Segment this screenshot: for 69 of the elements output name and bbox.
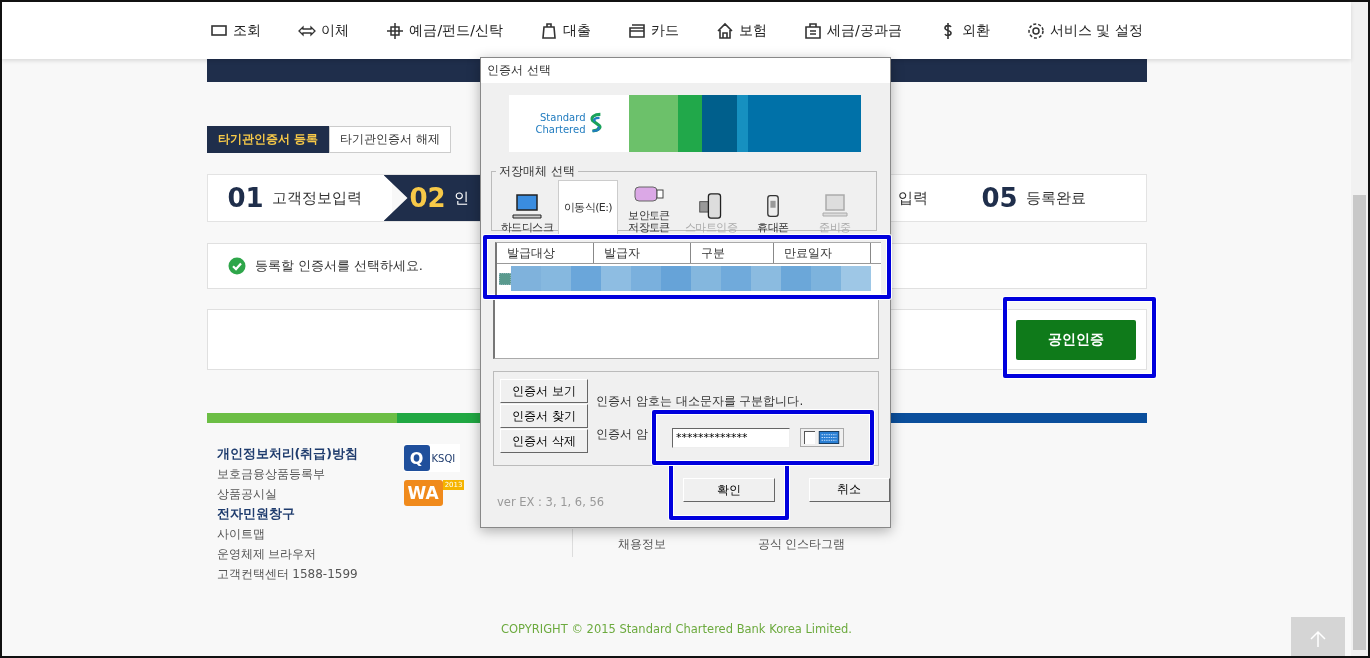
storage-option[interactable]: 보안토큰 저장토큰	[618, 180, 680, 234]
footer-link[interactable]: 개인정보처리(취급)방침	[216, 444, 404, 464]
menu-item-icon	[539, 21, 558, 40]
keyboard-toggle[interactable]	[800, 428, 844, 447]
scrollbar[interactable]	[1351, 2, 1368, 656]
nav-item[interactable]: 조회	[210, 21, 262, 40]
menu-item-icon	[627, 21, 646, 40]
footer-link[interactable]: 공식 인스타그램	[757, 536, 846, 584]
notice-text: 등록할 인증서를 선택하세요.	[254, 257, 423, 275]
certificate-button[interactable]: 인증서 찾기	[500, 404, 588, 428]
nav-item[interactable]: 서비스 및 설정	[1026, 21, 1143, 40]
password-label: 인증서 암	[596, 426, 648, 443]
scroll-top-button[interactable]	[1291, 617, 1345, 656]
logo-text: Chartered	[535, 123, 586, 136]
nav-item[interactable]: 보험	[715, 21, 767, 40]
ksqi-badge: Q KSQI	[403, 444, 460, 472]
checkbox[interactable]	[804, 431, 815, 444]
column-header[interactable]: 구분	[690, 243, 775, 263]
certificate-button[interactable]: 인증서 삭제	[500, 429, 588, 453]
certificate-button[interactable]: 인증서 보기	[500, 379, 588, 403]
laptop-icon	[512, 193, 542, 219]
group-title: 저장매체 선택	[498, 163, 576, 180]
step-number: 05	[981, 183, 1018, 213]
password-field[interactable]: *************	[672, 427, 790, 448]
column-header[interactable]: 만료일자	[774, 243, 871, 263]
storage-option[interactable]: 휴대폰	[742, 180, 804, 234]
step-label: 입력	[897, 188, 928, 208]
storage-option[interactable]: 이동식(E:)	[558, 180, 618, 236]
ok-button[interactable]: 확인	[683, 478, 775, 502]
column-header[interactable]: 발급대상	[497, 243, 594, 263]
dialog-title: 인증서 선택	[481, 58, 890, 83]
certify-button[interactable]: 공인인증	[1015, 319, 1136, 360]
version-text: ver EX : 3, 1, 6, 56	[497, 494, 606, 509]
tab[interactable]: 타기관인증서 해제	[328, 126, 451, 153]
nav-item[interactable]: 이체	[298, 21, 350, 40]
menu-item-icon	[803, 21, 822, 40]
keyboard-icon	[818, 431, 840, 444]
nav-item[interactable]: 카드	[627, 21, 679, 40]
step-label: 등록완료	[1025, 188, 1086, 208]
tab[interactable]: 타기관인증서 등록	[206, 126, 329, 153]
menu-item-icon	[386, 21, 405, 40]
nav-item[interactable]: 세금/공과금	[803, 21, 902, 40]
footer-link[interactable]: 고객컨택센터 1588-1599	[216, 564, 404, 584]
computer-icon	[820, 193, 850, 219]
footer-link[interactable]: 보호금융상품등록부	[216, 464, 404, 484]
footer-link[interactable]: 전자민원창구	[216, 504, 404, 524]
nav-item[interactable]: 대출	[539, 21, 591, 40]
step-number: 01	[227, 183, 264, 213]
certificate-icon	[499, 272, 511, 285]
footer-link[interactable]: 운영체제 브라우저	[216, 544, 404, 564]
step-label: 인	[453, 188, 469, 208]
column-header[interactable]: 발급자	[593, 243, 691, 263]
up-arrow-icon	[1308, 628, 1328, 649]
storage-option[interactable]: 하드디스크	[496, 180, 558, 234]
nav-item[interactable]: 외환	[938, 21, 990, 40]
scrollbar-thumb[interactable]	[1353, 195, 1366, 650]
logo-text: Standard	[540, 111, 586, 124]
footer-link[interactable]: 상품공시실	[216, 484, 404, 504]
step-number: 02	[409, 183, 446, 213]
nav-item[interactable]: 예금/펀드/신탁	[386, 21, 503, 40]
menu-item-icon	[1026, 21, 1045, 40]
menu-item-icon	[715, 21, 734, 40]
footer-link[interactable]: 사이트맵	[216, 524, 404, 544]
step-label: 고객정보입력	[271, 188, 362, 208]
footer-link[interactable]: 채용정보	[617, 536, 666, 584]
check-circle-icon	[227, 257, 246, 275]
copyright-text: COPYRIGHT © 2015 Standard Chartered Bank Korea Limited.	[500, 622, 853, 636]
cancel-button[interactable]: 취소	[808, 477, 890, 502]
hint-text: 인증서 암호는 대소문자를 구분합니다.	[596, 393, 804, 410]
